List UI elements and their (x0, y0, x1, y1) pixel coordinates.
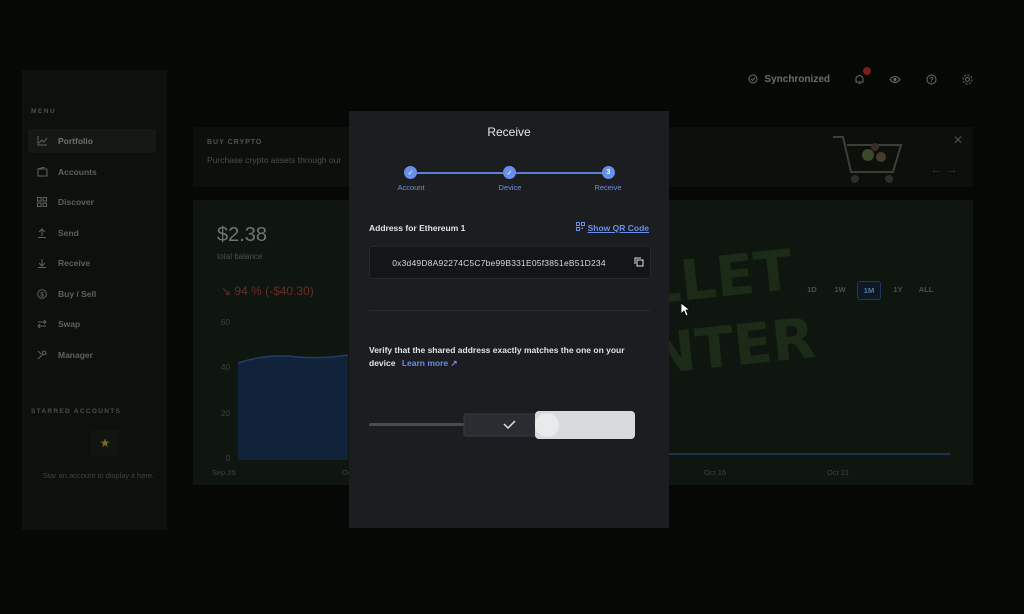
tools-icon (36, 349, 48, 361)
grid-icon (36, 196, 48, 208)
settings-gear-icon[interactable] (960, 72, 974, 86)
step-label-device: Device (498, 183, 522, 192)
sidebar-item-label: Manager (58, 350, 93, 360)
receive-modal: Receive ✓ Account ✓ Device 3 Receive Add… (349, 111, 669, 528)
sidebar-item-buy-sell[interactable]: $ Buy / Sell (28, 282, 156, 306)
starred-empty-text: Star an account to display it here. (42, 471, 155, 480)
balance-change: ↘ 94 % (-$40.30) (221, 284, 314, 298)
sidebar-item-portfolio[interactable]: Portfolio (28, 129, 156, 153)
address-value: 0x3d49D8A92274C5C7be99B331E05f3851eB51D2… (392, 257, 606, 268)
notification-badge (863, 67, 871, 75)
x-tick: Oct 21 (827, 468, 850, 477)
copy-icon (634, 254, 644, 272)
shopping-cart-illustration (833, 136, 903, 183)
star-placeholder: ★ (91, 430, 119, 456)
y-tick: 40 (221, 363, 230, 372)
sidebar-item-swap[interactable]: Swap (28, 312, 156, 336)
menu-title: MENU (31, 108, 57, 115)
help-icon[interactable]: ? (924, 72, 938, 86)
x-tick: Oct 16 (704, 468, 727, 477)
close-icon[interactable]: ✕ (953, 133, 963, 147)
sidebar-item-accounts[interactable]: Accounts (28, 160, 156, 184)
swap-icon (36, 318, 48, 330)
total-balance-label: total balance (217, 252, 263, 261)
step-label-account: Account (397, 183, 425, 192)
sidebar-item-label: Discover (58, 197, 94, 207)
arrow-up-icon (36, 227, 48, 239)
sync-status[interactable]: Synchronized (746, 72, 830, 86)
sidebar-item-manager[interactable]: Manager (28, 343, 156, 367)
hardware-wallet-device-illustration (369, 411, 635, 439)
y-tick: 60 (221, 318, 230, 327)
y-tick: 20 (221, 409, 230, 418)
sidebar-item-send[interactable]: Send (28, 221, 156, 245)
bell-icon[interactable] (852, 67, 871, 86)
x-tick: Sep 25 (212, 468, 236, 477)
total-balance: $2.38 (217, 224, 268, 246)
sync-label: Synchronized (764, 73, 830, 85)
sidebar-item-label: Accounts (58, 167, 97, 177)
address-field[interactable]: 0x3d49D8A92274C5C7be99B331E05f3851eB51D2… (369, 246, 629, 279)
dollar-icon: $ (36, 288, 48, 300)
step-receive-number: 3 (602, 166, 615, 179)
modal-divider (369, 310, 650, 311)
sidebar: MENU Portfolio Accounts Discover Send Re… (22, 70, 167, 530)
check-circle-icon (746, 72, 760, 86)
chart-icon (36, 135, 48, 147)
y-tick: 0 (226, 454, 231, 463)
star-icon: ★ (99, 436, 111, 450)
step-label-receive: Receive (594, 183, 622, 192)
qr-code-icon (575, 222, 585, 233)
starred-accounts-title: STARRED ACCOUNTS (31, 408, 122, 415)
sidebar-item-label: Swap (58, 319, 81, 329)
svg-text:$: $ (40, 292, 44, 299)
external-link-icon: ↗ (450, 358, 458, 368)
copy-address-button[interactable] (627, 246, 651, 279)
verify-instructions: Verify that the shared address exactly m… (369, 344, 639, 370)
sidebar-item-label: Receive (58, 258, 91, 268)
address-label: Address for Ethereum 1 (369, 223, 466, 233)
mouse-cursor-icon (681, 303, 691, 317)
learn-more-link[interactable]: Learn more ↗ (402, 358, 458, 368)
top-bar: Synchronized ? (746, 67, 974, 86)
arrow-down-icon (36, 257, 48, 269)
wallet-icon (36, 166, 48, 178)
step-account-check-icon: ✓ (404, 166, 417, 179)
banner-title: BUY CRYPTO (207, 139, 263, 146)
qr-link-label: Show QR Code (587, 222, 649, 233)
sidebar-item-discover[interactable]: Discover (28, 190, 156, 214)
modal-title: Receive (487, 125, 531, 139)
banner-text: Purchase crypto assets through our (207, 155, 342, 165)
sidebar-item-label: Portfolio (58, 136, 93, 146)
sidebar-item-label: Send (58, 228, 79, 238)
eye-icon[interactable] (888, 72, 902, 86)
step-device-check-icon: ✓ (503, 166, 516, 179)
sidebar-item-receive[interactable]: Receive (28, 251, 156, 275)
carousel-arrows-icon[interactable]: ←→ (931, 165, 963, 176)
sidebar-item-label: Buy / Sell (58, 289, 97, 299)
svg-text:?: ? (929, 77, 933, 84)
show-qr-code-link[interactable]: Show QR Code (575, 222, 649, 233)
